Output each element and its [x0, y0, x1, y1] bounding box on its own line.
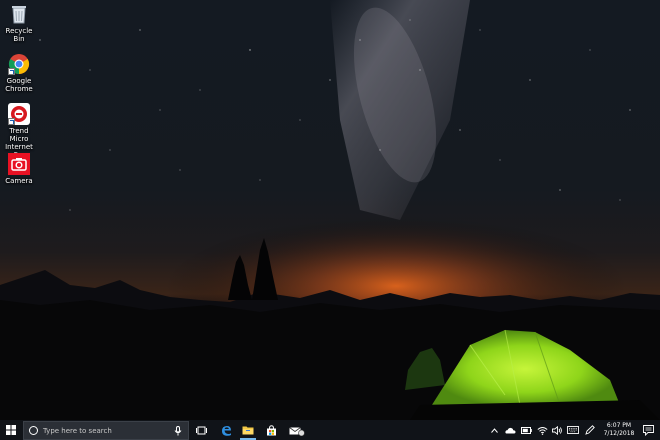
shortcut-arrow-icon: [8, 68, 15, 75]
battery-icon: [520, 426, 532, 434]
desktop-icon-label: Google Chrome: [5, 77, 33, 93]
onedrive-icon: [504, 427, 515, 433]
clock-date: 7/12/2018: [603, 430, 635, 437]
desktop-icon-label: Camera: [5, 177, 33, 185]
pen-icon: [585, 425, 595, 435]
clock-time: 6:07 PM: [606, 422, 632, 429]
clock[interactable]: 6:07 PM 7/12/2018: [600, 422, 638, 438]
keyboard-icon: [567, 426, 579, 434]
chevron-up-icon: [490, 427, 498, 433]
windows-logo-icon: [6, 425, 16, 435]
mail-icon: [289, 426, 305, 436]
tray-onedrive[interactable]: [503, 420, 517, 440]
taskbar-app-file-explorer[interactable]: [238, 420, 258, 440]
action-center-button[interactable]: [639, 420, 657, 440]
search-placeholder: Type here to search: [43, 426, 112, 435]
tray-touch-keyboard[interactable]: [565, 420, 581, 440]
taskbar-app-edge[interactable]: [216, 420, 236, 440]
desktop-icon-camera[interactable]: Camera: [2, 153, 36, 185]
camera-icon: [8, 153, 30, 175]
desktop-icon-trend-micro[interactable]: Trend Micro Internet S...: [2, 103, 36, 159]
desktop-icon-label: Recycle Bin: [5, 27, 33, 43]
recycle-bin-icon: [8, 3, 30, 25]
wallpaper-night-sky-tent: [0, 0, 660, 420]
volume-icon: [551, 425, 562, 435]
cortana-icon: [29, 426, 38, 435]
wifi-icon: [536, 426, 548, 435]
taskbar-app-mail[interactable]: [286, 420, 308, 440]
edge-icon: [221, 425, 231, 436]
desktop-icon-recycle-bin[interactable]: Recycle Bin: [2, 3, 36, 43]
task-view-button[interactable]: [192, 420, 210, 440]
notifications-icon: [642, 424, 654, 436]
taskbar: Type here to search 6:07 PM 7/12/2018: [0, 420, 660, 440]
tray-volume[interactable]: [550, 420, 564, 440]
desktop: Recycle Bin Google Chrome Trend Micro In…: [0, 0, 660, 420]
tray-wifi[interactable]: [535, 420, 549, 440]
show-hidden-icons-button[interactable]: [488, 420, 500, 440]
tray-windows-ink[interactable]: [583, 420, 597, 440]
microphone-icon[interactable]: [174, 425, 182, 436]
taskbar-app-store[interactable]: [261, 420, 281, 440]
tray-battery[interactable]: [519, 420, 533, 440]
chrome-icon: [8, 53, 30, 75]
desktop-icon-google-chrome[interactable]: Google Chrome: [2, 53, 36, 93]
trend-micro-icon: [8, 103, 30, 125]
shortcut-arrow-icon: [8, 118, 15, 125]
store-icon: [266, 424, 276, 435]
start-button[interactable]: [0, 420, 22, 440]
search-box[interactable]: Type here to search: [23, 421, 189, 440]
file-explorer-icon: [242, 426, 254, 435]
task-view-icon: [195, 426, 207, 434]
